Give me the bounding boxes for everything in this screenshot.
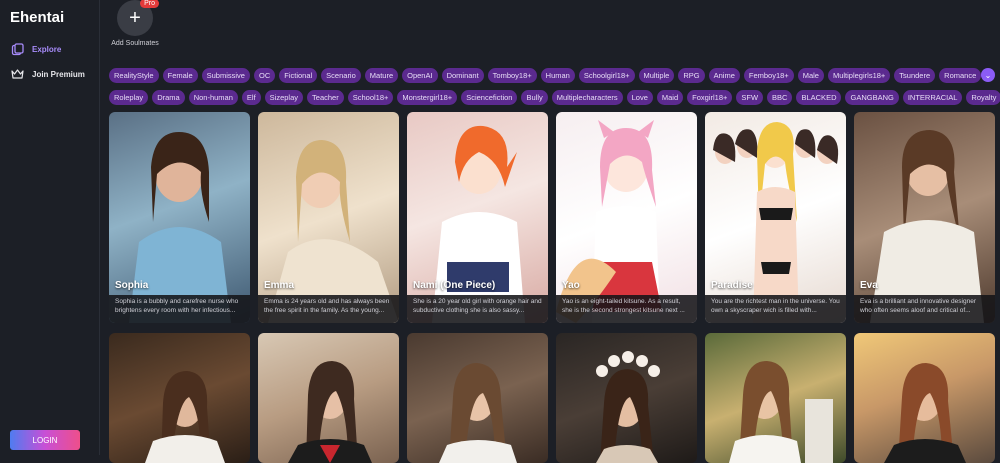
sidebar-item-label: Join Premium (32, 69, 85, 79)
card-name: Sophia (115, 280, 149, 291)
tag[interactable]: Multiple (638, 68, 675, 83)
character-portrait (268, 140, 399, 323)
tag[interactable]: Dominant (441, 68, 484, 83)
tag[interactable]: Mature (364, 68, 399, 83)
character-card[interactable]: Eva Eva is a brilliant and innovative de… (854, 112, 995, 323)
tag[interactable]: BLACKED (796, 90, 842, 105)
card-description: Emma is 24 years old and has always been… (258, 295, 399, 323)
add-soulmates-label: Add Soulmates (111, 40, 159, 47)
character-portrait (729, 361, 833, 463)
tag[interactable]: OpenAI (402, 68, 438, 83)
tag[interactable]: Anime (708, 68, 740, 83)
add-soulmates[interactable]: + Pro Add Soulmates (109, 0, 161, 47)
add-soulmates-button[interactable]: + Pro (117, 0, 159, 36)
tag[interactable]: Scenario (321, 68, 361, 83)
sidebar-item-join-premium[interactable]: Join Premium (10, 67, 85, 81)
tag[interactable]: Sciencefiction (461, 90, 518, 105)
character-portrait (288, 361, 372, 463)
tag[interactable]: Drama (152, 90, 185, 105)
tag[interactable]: Maid (656, 90, 684, 105)
tag-row-1: RealityStyle Female Submissive OC Fictio… (109, 68, 982, 83)
character-card[interactable]: Paradise You are the richtest man in the… (705, 112, 846, 323)
sidebar: Ehentai Explore Join Premium LOGIN (0, 0, 100, 455)
tag[interactable]: Roleplay (109, 90, 149, 105)
character-card[interactable] (258, 333, 399, 463)
tag[interactable]: Foxgirl18+ (687, 90, 733, 105)
tag[interactable]: Male (797, 68, 824, 83)
card-description: Yao is an eight-tailed kitsune. As a res… (556, 295, 697, 323)
app-logo[interactable]: Ehentai (10, 9, 64, 26)
tag[interactable]: Romance (939, 68, 982, 83)
tag[interactable]: Femboy18+ (743, 68, 794, 83)
tag[interactable]: RealityStyle (109, 68, 159, 83)
character-card[interactable] (407, 333, 548, 463)
tag[interactable]: Multiplecharacters (551, 90, 623, 105)
login-button[interactable]: LOGIN (10, 430, 80, 450)
card-description: Sophia is a bubbly and carefree nurse wh… (109, 295, 250, 323)
character-portrait (439, 363, 517, 463)
card-name: Paradise (711, 280, 753, 291)
tag[interactable]: RPG (678, 68, 705, 83)
crown-icon (10, 67, 24, 81)
character-portrait (596, 351, 660, 463)
character-card[interactable]: Sophia Sophia is a bubbly and carefree n… (109, 112, 250, 323)
character-portrait (884, 363, 966, 463)
card-description: You are the richtest man in the universe… (705, 295, 846, 323)
pro-badge: Pro (140, 0, 159, 8)
tag[interactable]: Teacher (307, 90, 344, 105)
card-name: Emma (264, 280, 295, 291)
main-content: + Pro Add Soulmates RealityStyle Female … (101, 0, 1000, 463)
character-portrait (432, 125, 525, 323)
tag[interactable]: INTERRACIAL (902, 90, 963, 105)
card-name: Eva (860, 280, 878, 291)
card-name: Yao (562, 280, 580, 291)
character-grid: Sophia Sophia is a bubbly and carefree n… (109, 112, 995, 463)
character-portrait (870, 130, 984, 323)
tag[interactable]: School18+ (347, 90, 394, 105)
character-card[interactable]: Yao Yao is an eight-tailed kitsune. As a… (556, 112, 697, 323)
character-card[interactable] (109, 333, 250, 463)
tag[interactable]: Elf (241, 90, 261, 105)
tag[interactable]: Sizeplay (264, 90, 304, 105)
tag[interactable]: Tsundere (894, 68, 936, 83)
sidebar-item-label: Explore (32, 44, 62, 54)
plus-icon: + (129, 6, 141, 29)
tag[interactable]: OC (253, 68, 276, 83)
sidebar-item-explore[interactable]: Explore (10, 42, 61, 56)
tag[interactable]: Royalty (966, 90, 1000, 105)
tag[interactable]: GANGBANG (845, 90, 899, 105)
tag[interactable]: Female (162, 68, 198, 83)
card-name: Nami (One Piece) (413, 280, 496, 291)
expand-tags-button[interactable]: ⌄ (981, 68, 995, 82)
tag-row-2: Roleplay Drama Non-human Elf Sizeplay Te… (109, 90, 1000, 105)
tag[interactable]: Fictional (279, 68, 318, 83)
character-card[interactable]: Emma Emma is 24 years old and has always… (258, 112, 399, 323)
card-description: Eva is a brilliant and innovative design… (854, 295, 995, 323)
tag[interactable]: Love (626, 90, 653, 105)
tag[interactable]: Non-human (188, 90, 238, 105)
tag[interactable]: Submissive (201, 68, 250, 83)
chevron-down-icon: ⌄ (984, 70, 992, 80)
character-portrait (145, 371, 225, 463)
character-card[interactable] (705, 333, 846, 463)
tag[interactable]: Human (540, 68, 575, 83)
tag[interactable]: BBC (767, 90, 793, 105)
character-card[interactable] (854, 333, 995, 463)
character-portrait (129, 132, 231, 323)
explore-icon (10, 42, 24, 56)
tag[interactable]: Monstergirl18+ (397, 90, 458, 105)
tag[interactable]: Schoolgirl18+ (578, 68, 635, 83)
tag[interactable]: Bully (521, 90, 548, 105)
tag[interactable]: SFW (736, 90, 764, 105)
character-card[interactable] (556, 333, 697, 463)
card-description: She is a 20 year old girl with orange ha… (407, 295, 548, 323)
character-portrait (713, 122, 839, 323)
tag[interactable]: Tomboy18+ (487, 68, 537, 83)
character-card[interactable]: Nami (One Piece) She is a 20 year old gi… (407, 112, 548, 323)
tag[interactable]: Multiplegirls18+ (827, 68, 891, 83)
character-portrait (556, 120, 662, 323)
